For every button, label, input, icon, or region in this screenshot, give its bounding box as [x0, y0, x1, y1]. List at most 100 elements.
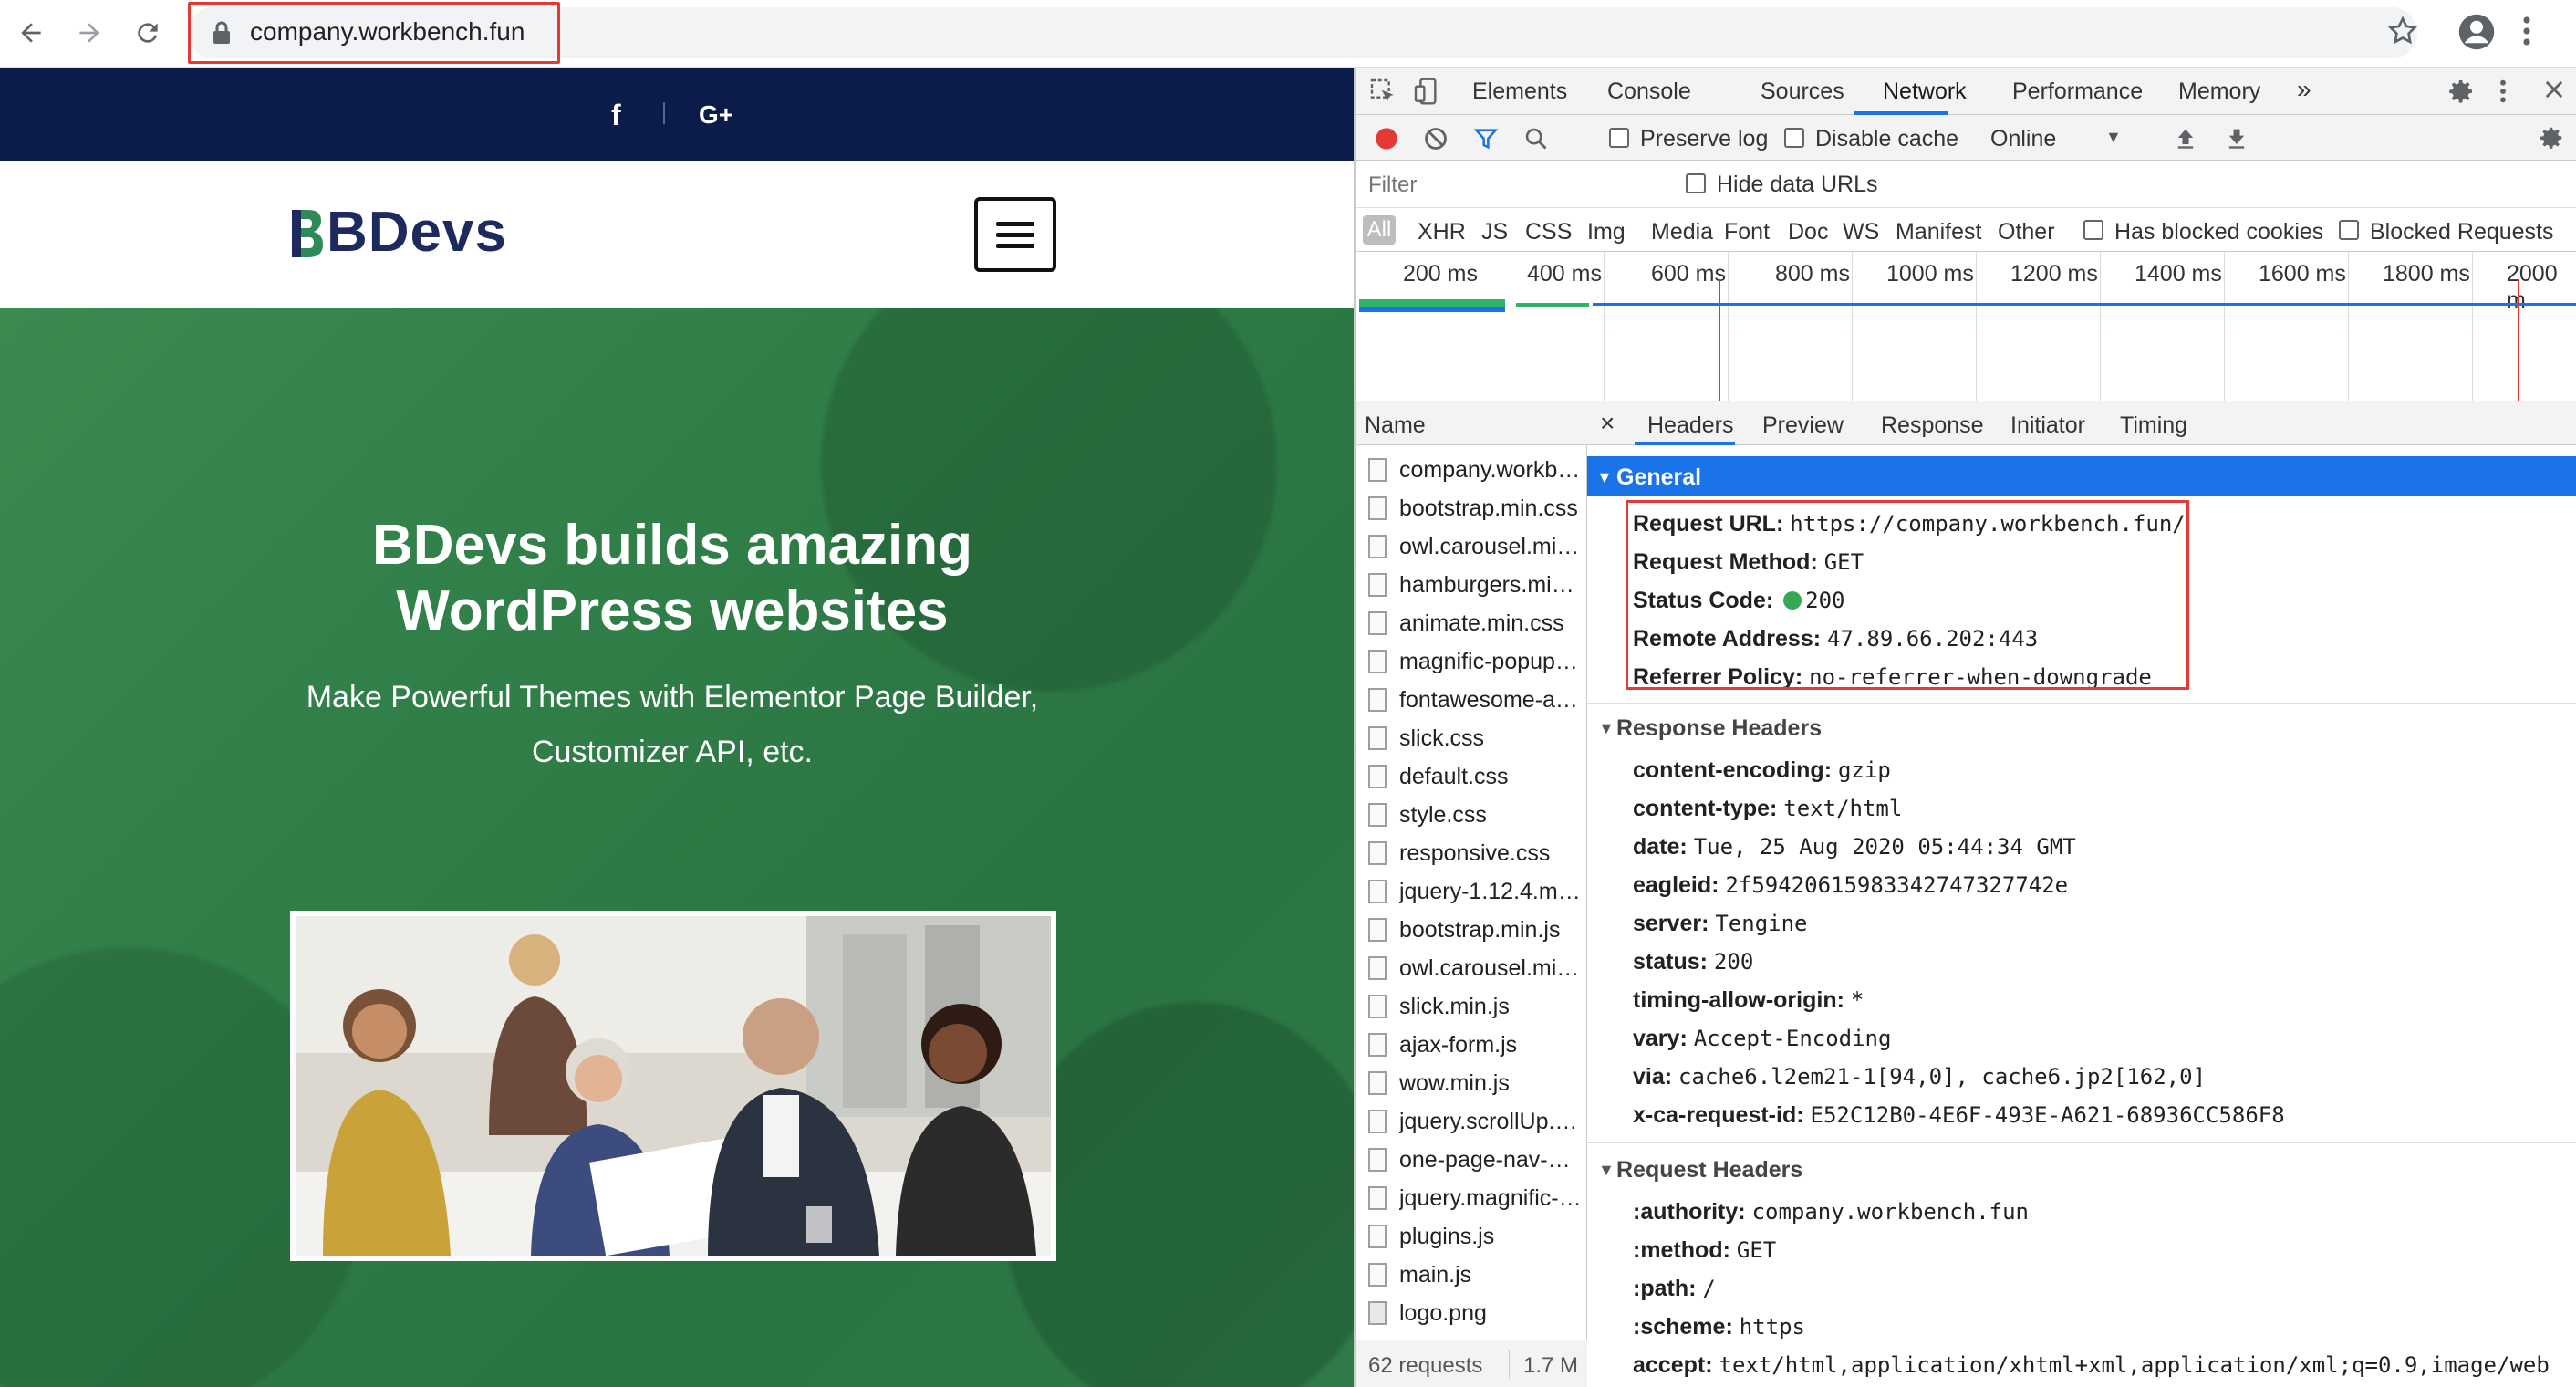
header-value[interactable]: company.workbench.fun	[1752, 1199, 2029, 1225]
request-row[interactable]: style.css	[1356, 796, 1587, 834]
filter-funnel-icon[interactable]	[1472, 126, 1500, 156]
import-har-icon[interactable]	[2173, 124, 2198, 156]
request-row[interactable]: jquery.magnific-…	[1356, 1179, 1587, 1217]
type-filter-media[interactable]: Media	[1651, 219, 1713, 245]
profile-avatar-icon[interactable]	[2457, 13, 2496, 56]
device-toolbar-icon[interactable]	[1412, 77, 1441, 110]
request-row[interactable]: owl.carousel.mi…	[1356, 949, 1587, 987]
type-filter-other[interactable]: Other	[1998, 219, 2055, 245]
header-value[interactable]: cache6.l2em21-1[94,0], cache6.jp2[162,0]	[1678, 1064, 2206, 1090]
response-headers-title[interactable]: Response Headers	[1616, 715, 1822, 742]
request-row[interactable]: wow.min.js	[1356, 1064, 1587, 1102]
type-filter-font[interactable]: Font	[1724, 219, 1770, 245]
type-filter-manifest[interactable]: Manifest	[1896, 219, 1981, 245]
tab-response[interactable]: Response	[1881, 412, 1984, 439]
request-row[interactable]: jquery.scrollUp.…	[1356, 1102, 1587, 1141]
request-row[interactable]: magnific-popup…	[1356, 642, 1587, 681]
filter-input[interactable]	[1361, 168, 1658, 203]
tab-elements[interactable]: Elements	[1472, 78, 1567, 105]
facebook-icon[interactable]: f	[611, 99, 621, 132]
type-filter-css[interactable]: CSS	[1525, 219, 1572, 245]
request-row[interactable]: fontawesome-a…	[1356, 681, 1587, 719]
header-value[interactable]: E52C12B0-4E6F-493E-A621-68936CC586F8	[1811, 1102, 2285, 1128]
disable-cache-checkbox[interactable]	[1784, 128, 1804, 148]
header-value[interactable]: Tue, 25 Aug 2020 05:44:34 GMT	[1694, 834, 2076, 860]
general-section-header[interactable]: ▼ General	[1587, 456, 2576, 496]
close-detail-icon[interactable]: ×	[1600, 409, 1615, 438]
header-value[interactable]: Tengine	[1715, 911, 1807, 936]
hamburger-menu-button[interactable]	[974, 197, 1056, 272]
request-row[interactable]: bootstrap.min.css	[1356, 489, 1587, 527]
request-row[interactable]: hamburgers.mi…	[1356, 566, 1587, 604]
export-har-icon[interactable]	[2224, 124, 2249, 156]
request-row[interactable]: jquery-1.12.4.m…	[1356, 872, 1587, 911]
bookmark-star-icon[interactable]	[2386, 15, 2419, 52]
blocked-requests-checkbox[interactable]	[2339, 220, 2359, 240]
record-icon[interactable]	[1374, 126, 1399, 156]
request-row[interactable]: company.workb…	[1356, 451, 1587, 489]
request-headers-title[interactable]: Request Headers	[1616, 1157, 1802, 1184]
request-row[interactable]: slick.min.js	[1356, 987, 1587, 1026]
has-blocked-cookies-checkbox[interactable]	[2083, 220, 2103, 240]
google-plus-icon[interactable]: G+	[699, 100, 733, 130]
tab-headers[interactable]: Headers	[1647, 412, 1734, 439]
hide-data-urls-checkbox[interactable]	[1686, 173, 1706, 193]
request-row[interactable]: owl.carousel.mi…	[1356, 527, 1587, 566]
site-logo[interactable]: BDevs	[288, 204, 507, 261]
request-row[interactable]: ajax-form.js	[1356, 1026, 1587, 1064]
header-value[interactable]: *	[1851, 987, 1864, 1013]
lock-icon[interactable]	[212, 20, 232, 50]
url-text[interactable]: company.workbench.fun	[250, 17, 525, 47]
type-filter-js[interactable]: JS	[1481, 219, 1508, 245]
header-value[interactable]: 2f59420615983342747327742e	[1725, 872, 2068, 898]
network-settings-gear-icon[interactable]	[2538, 124, 2565, 156]
tab-network[interactable]: Network	[1883, 78, 1967, 105]
preserve-log-checkbox[interactable]	[1609, 128, 1629, 148]
header-value[interactable]: Accept-Encoding	[1694, 1026, 1892, 1051]
devtools-menu-icon[interactable]	[2498, 77, 2508, 110]
clear-icon[interactable]	[1423, 126, 1449, 156]
tab-sources[interactable]: Sources	[1761, 78, 1844, 105]
header-value[interactable]: 200	[1714, 949, 1753, 975]
header-value[interactable]: text/html,application/xhtml+xml,applicat…	[1719, 1352, 2550, 1378]
triangle-down-icon[interactable]: ▼	[1598, 1161, 1615, 1180]
name-column-header[interactable]: Name	[1356, 402, 1587, 445]
browser-menu-icon[interactable]	[2521, 15, 2532, 52]
request-row[interactable]: logo.png	[1356, 1294, 1587, 1332]
type-filter-img[interactable]: Img	[1587, 219, 1626, 245]
more-tabs-icon[interactable]: »	[2297, 75, 2311, 104]
search-icon[interactable]	[1523, 126, 1549, 156]
close-devtools-icon[interactable]	[2541, 77, 2567, 107]
inspect-element-icon[interactable]	[1368, 77, 1397, 110]
request-row[interactable]: animate.min.css	[1356, 604, 1587, 642]
type-filter-doc[interactable]: Doc	[1788, 219, 1828, 245]
header-value[interactable]: gzip	[1838, 757, 1891, 783]
settings-gear-icon[interactable]	[2446, 77, 2476, 110]
request-row[interactable]: slick.css	[1356, 719, 1587, 757]
request-row[interactable]: one-page-nav-…	[1356, 1141, 1587, 1179]
request-row[interactable]: bootstrap.min.js	[1356, 911, 1587, 949]
request-row[interactable]: responsive.css	[1356, 834, 1587, 872]
triangle-down-icon[interactable]: ▼	[1598, 719, 1615, 738]
header-value[interactable]: /	[1702, 1276, 1715, 1301]
chevron-down-icon[interactable]: ▼	[2105, 128, 2122, 147]
tab-performance[interactable]: Performance	[2012, 78, 2143, 105]
network-timeline-overview[interactable]: 200 ms 400 ms 600 ms 800 ms 1000 ms 1200…	[1356, 252, 2576, 402]
reload-button[interactable]	[128, 13, 168, 53]
request-row[interactable]: main.js	[1356, 1256, 1587, 1294]
tab-initiator[interactable]: Initiator	[2010, 412, 2085, 439]
header-value[interactable]: text/html	[1783, 796, 1902, 821]
throttling-select[interactable]: Online	[1990, 126, 2056, 152]
tab-timing[interactable]: Timing	[2120, 412, 2187, 439]
type-filter-xhr[interactable]: XHR	[1418, 219, 1466, 245]
type-filter-ws[interactable]: WS	[1843, 219, 1879, 245]
forward-button[interactable]	[69, 13, 109, 53]
back-button[interactable]	[11, 13, 51, 53]
tab-console[interactable]: Console	[1607, 78, 1691, 105]
header-value[interactable]: https	[1740, 1314, 1805, 1340]
request-row[interactable]: plugins.js	[1356, 1217, 1587, 1256]
type-filter-all[interactable]: All	[1363, 215, 1396, 245]
tab-memory[interactable]: Memory	[2178, 78, 2260, 105]
tab-preview[interactable]: Preview	[1762, 412, 1844, 439]
header-value[interactable]: GET	[1737, 1237, 1776, 1263]
